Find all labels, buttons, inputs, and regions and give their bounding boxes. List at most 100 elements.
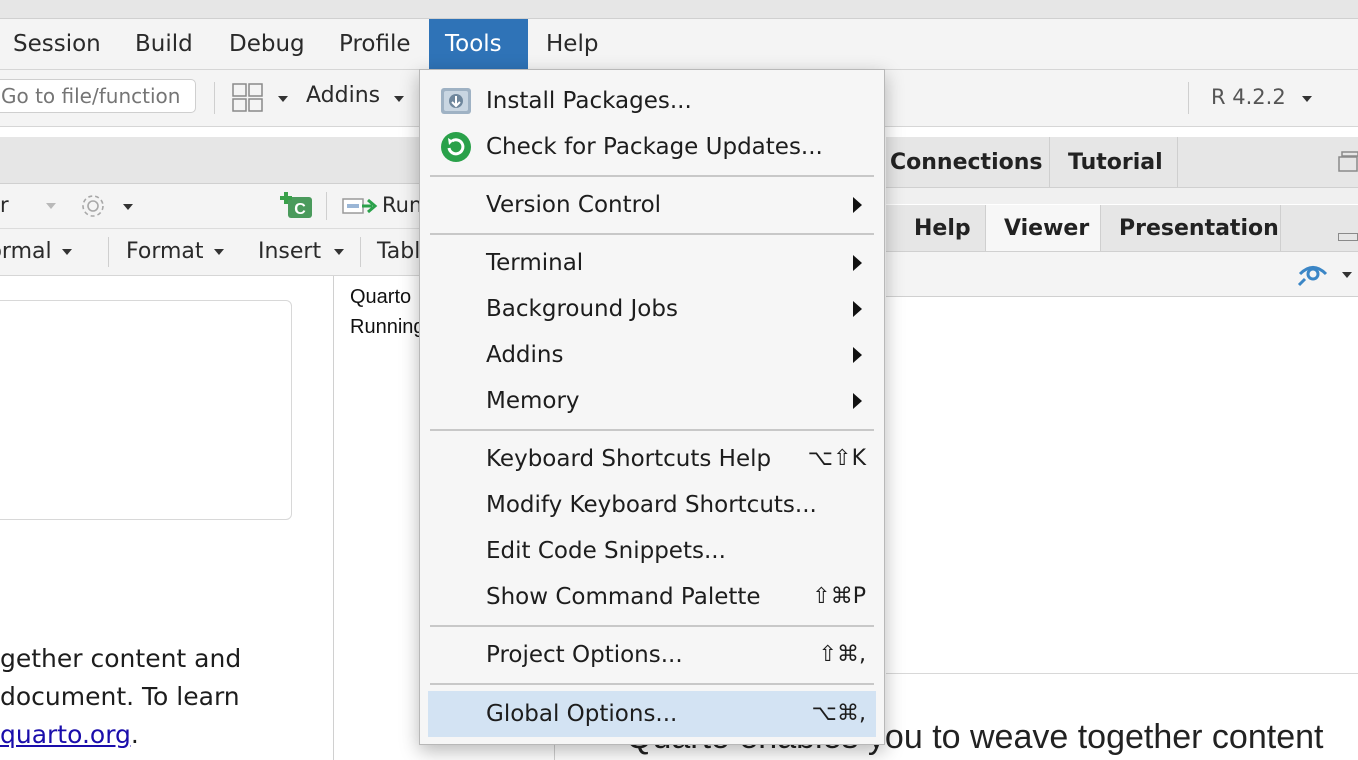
submenu-arrow-icon [853,197,862,213]
tab-tutorial[interactable]: Tutorial [1050,137,1178,187]
menu-item-keyboard-shortcuts-help[interactable]: Keyboard Shortcuts Help ⌥⇧K [428,438,876,480]
menu-separator [430,429,874,431]
chevron-down-icon[interactable] [1342,272,1352,278]
chevron-down-icon[interactable] [1302,96,1312,102]
gear-icon[interactable] [80,193,106,223]
menu-item-memory[interactable]: Memory [428,380,876,422]
submenu-arrow-icon [853,301,862,317]
menu-item-label: Check for Package Updates... [486,134,823,160]
editor-tabbar [0,137,420,184]
tools-dropdown-menu: Install Packages... Check for Package Up… [419,69,885,745]
link-suffix: . [130,720,139,749]
menu-item-background-jobs[interactable]: Background Jobs [428,288,876,330]
menu-build[interactable]: Build [119,19,209,69]
menu-item-edit-code-snippets[interactable]: Edit Code Snippets... [428,530,876,572]
tab-help[interactable]: Help [896,205,986,251]
toolbar-divider [214,82,215,114]
submenu-arrow-icon [853,255,862,271]
menu-debug[interactable]: Debug [213,19,321,69]
chevron-down-icon[interactable] [62,249,72,255]
editor-toolbar-fragment: r [0,193,9,217]
addins-button[interactable]: Addins [306,83,380,108]
menu-item-label: Keyboard Shortcuts Help [486,446,772,472]
pane-layout-icon[interactable] [232,83,264,117]
toolbar-divider [108,237,109,267]
run-icon[interactable] [342,195,380,221]
menu-item-label: Show Command Palette [486,584,761,610]
paragraph-style-select[interactable]: Normal [0,239,52,264]
menu-separator [430,683,874,685]
publish-icon[interactable] [1296,261,1330,291]
menu-item-show-command-palette[interactable]: Show Command Palette ⇧⌘P [428,576,876,618]
menu-help[interactable]: Help [530,19,614,69]
menu-item-modify-keyboard-shortcuts[interactable]: Modify Keyboard Shortcuts... [428,484,876,526]
insert-menu[interactable]: Insert [258,239,321,264]
menu-separator [430,625,874,627]
goto-file-function-input[interactable] [0,79,196,113]
viewer-content[interactable] [886,297,1358,760]
menu-item-shortcut: ⇧⌘P [812,584,866,609]
pane-gap [886,188,1358,204]
menu-separator [430,175,874,177]
editor-yaml-box[interactable] [0,300,292,520]
menu-item-label: Edit Code Snippets... [486,538,726,564]
format-menu[interactable]: Format [126,239,204,264]
insert-chunk-icon[interactable]: C [278,190,314,224]
menu-item-label: Memory [486,388,580,414]
menu-item-label: Terminal [486,250,584,276]
tab-connections[interactable]: Connections [886,137,1050,187]
editor-toolbar: r C Run [0,184,422,229]
chevron-down-icon[interactable] [394,96,404,102]
run-button[interactable]: Run [382,193,422,217]
editor-text-line: quarto.org. [0,720,139,749]
outline-item[interactable]: Quarto [350,286,411,309]
tab-presentation[interactable]: Presentation [1101,205,1281,251]
r-version-label[interactable]: R 4.2.2 [1211,85,1286,109]
minimize-pane-icon[interactable] [1338,151,1358,177]
menu-item-label: Project Options... [486,642,683,668]
menu-separator [430,233,874,235]
menu-tools[interactable]: Tools [429,19,528,69]
chevron-down-icon[interactable] [278,96,288,102]
toolbar-divider [360,237,361,267]
menu-item-label: Version Control [486,192,662,218]
chevron-down-icon[interactable] [123,204,133,210]
menu-item-shortcut: ⌥⌘, [811,701,866,726]
menu-item-terminal[interactable]: Terminal [428,242,876,284]
chevron-down-icon[interactable] [334,249,344,255]
install-packages-icon [440,85,472,121]
toolbar-divider [326,192,327,220]
svg-text:C: C [294,201,306,218]
menu-item-label: Global Options... [486,701,678,727]
package-updates-icon [440,131,472,167]
quarto-link[interactable]: quarto.org [0,720,131,749]
environment-tabbar: Connections Tutorial [886,137,1358,188]
menu-item-label: Install Packages... [486,88,692,114]
menu-item-install-packages[interactable]: Install Packages... [428,80,876,122]
menu-item-addins[interactable]: Addins [428,334,876,376]
viewer-tabbar: Help Viewer Presentation [886,205,1358,252]
menu-item-label: Modify Keyboard Shortcuts... [486,492,817,518]
chevron-down-icon[interactable] [46,203,56,209]
visual-editor-toolbar: Normal Format Insert Table [0,229,434,276]
menu-item-project-options[interactable]: Project Options... ⇧⌘, [428,634,876,676]
menu-item-label: Addins [486,342,564,368]
window-top-strip [0,0,1358,19]
menubar: Session Build Debug Profile Tools Help [0,19,1358,70]
menu-profile[interactable]: Profile [323,19,427,69]
minimize-pane-icon[interactable] [1338,233,1358,241]
editor-text-line: gether content and [0,644,242,673]
viewer-divider [886,673,1358,674]
menu-item-global-options[interactable]: Global Options... ⌥⌘, [428,691,876,737]
menu-item-label: Background Jobs [486,296,678,322]
toolbar-divider [1188,82,1189,114]
viewer-toolbar [886,252,1358,297]
chevron-down-icon[interactable] [214,249,224,255]
submenu-arrow-icon [853,393,862,409]
tab-viewer[interactable]: Viewer [986,205,1101,251]
outline-item[interactable]: Running [350,316,425,339]
menu-item-check-package-updates[interactable]: Check for Package Updates... [428,126,876,168]
menu-session[interactable]: Session [0,19,117,69]
menu-item-version-control[interactable]: Version Control [428,184,876,226]
menu-item-shortcut: ⌥⇧K [807,446,866,471]
